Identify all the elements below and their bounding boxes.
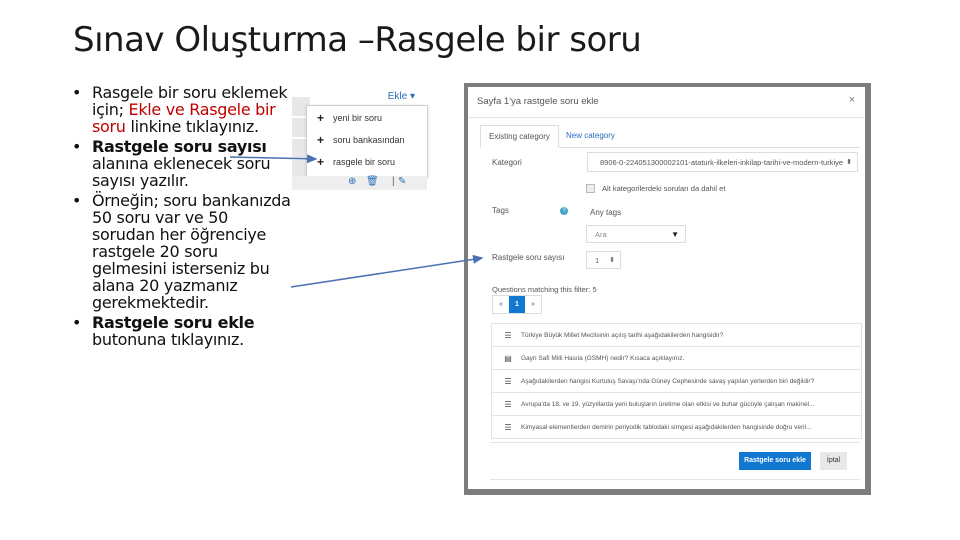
ekle-dropdown-toggle[interactable]: Ekle ▾ <box>388 91 415 102</box>
pagination: « 1 » <box>492 295 542 314</box>
multichoice-icon: ☰ <box>504 330 512 340</box>
subcategory-checkbox[interactable] <box>586 184 595 193</box>
category-tabs: Existing category New category <box>480 125 860 148</box>
menu-item-random-question[interactable]: + rasgele bir soru <box>307 152 427 172</box>
divider <box>490 442 860 443</box>
help-icon[interactable]: ? <box>560 207 568 215</box>
menu-item-label: rasgele bir soru <box>333 157 396 167</box>
bullet-list: Rasgele bir soru eklemek için; Ekle ve R… <box>70 84 295 351</box>
random-question-dialog: Sayfa 1'ya rastgele soru ekle × Existing… <box>468 87 865 489</box>
close-icon[interactable]: × <box>849 94 855 106</box>
question-text: Türkiye Büyük Millet Meclisinin açılış t… <box>521 331 724 339</box>
question-text: Avrupa'da 18. ve 19. yüzyıllarda yeni bu… <box>521 400 815 408</box>
essay-icon: ▤ <box>504 353 512 363</box>
select-arrow-icon: ⬍ <box>846 159 852 166</box>
trash-icon[interactable]: 🗑 <box>366 176 379 187</box>
bullet-text: alanına eklenecek soru sayısı yazılır. <box>92 154 271 190</box>
plus-icon: + <box>317 111 325 125</box>
kategori-value: 8906-0-224051300002101-ataturk-ilkeleri-… <box>600 158 844 167</box>
menu-item-label: yeni bir soru <box>333 113 383 123</box>
divider <box>490 479 860 480</box>
ekle-menu-screenshot: Ekle ▾ + yeni bir soru + soru bankasından … <box>292 83 428 190</box>
question-text: Aşağıdakilerden hangisi Kurtuluş Savaşı'… <box>521 377 815 385</box>
question-text: Kimyasal elementlerden demirin periyodik… <box>521 423 812 431</box>
divider: | <box>392 176 395 187</box>
modal-screenshot: Sayfa 1'ya rastgele soru ekle × Existing… <box>464 83 871 495</box>
bullet-item: Rastgele soru sayısı alanına eklenecek s… <box>70 138 295 189</box>
bullet-text: linkine tıklayınız. <box>125 117 259 136</box>
tab-new-category[interactable]: New category <box>558 125 623 146</box>
select-arrow-icon: ⬍ <box>609 257 615 264</box>
tags-search-placeholder: Ara <box>595 230 607 239</box>
add-random-question-button[interactable]: Rastgele soru ekle <box>739 452 811 470</box>
caret-down-icon: ▼ <box>671 230 679 239</box>
menu-item-label: soru bankasından <box>333 135 405 145</box>
tab-existing-category[interactable]: Existing category <box>480 125 559 148</box>
bullet-item: Rasgele bir soru eklemek için; Ekle ve R… <box>70 84 295 135</box>
menu-item-from-bank[interactable]: + soru bankasından <box>307 130 427 150</box>
plus-icon: + <box>317 155 325 169</box>
question-item: ☰ Avrupa'da 18. ve 19. yüzyıllarda yeni b… <box>492 393 861 416</box>
ekle-dropdown-menu: + yeni bir soru + soru bankasından + rasgel… <box>306 105 428 177</box>
multichoice-icon: ☰ <box>504 399 512 409</box>
zoom-icon[interactable]: ⊕ <box>348 176 356 187</box>
question-item: ☰ Aşağıdakilerden hangisi Kurtuluş Savaşı… <box>492 370 861 393</box>
page-current[interactable]: 1 <box>509 296 525 313</box>
menu-item-new-question[interactable]: + yeni bir soru <box>307 108 427 128</box>
modal-header: Sayfa 1'ya rastgele soru ekle × <box>468 87 865 118</box>
subcategory-checkbox-label: Alt kategorilerdeki soruları da dahil et <box>602 184 726 193</box>
question-item: ☰ Türkiye Büyük Millet Meclisinin açılış … <box>492 324 861 347</box>
bullet-item: Örneğin; soru bankanızda 50 soru var ve … <box>70 192 295 311</box>
tags-label: Tags <box>492 206 509 215</box>
bullet-text: Örneğin; soru bankanızda 50 soru var ve … <box>92 191 291 312</box>
random-count-select[interactable]: 1 ⬍ <box>586 251 621 269</box>
kategori-select[interactable]: 8906-0-224051300002101-ataturk-ilkeleri-… <box>587 152 858 172</box>
tags-value: Any tags <box>590 208 622 217</box>
question-text: Gayri Safi Milli Hasıla (GSMH) nedir? Kı… <box>521 354 685 362</box>
page-next[interactable]: » <box>525 296 541 313</box>
slide-title: Sınav Oluşturma –Rasgele bir soru <box>73 20 642 60</box>
question-list: ☰ Türkiye Büyük Millet Meclisinin açılış … <box>491 323 862 439</box>
edit-icon[interactable]: ✎ <box>398 176 406 187</box>
bullet-text: butonuna tıklayınız. <box>92 330 244 349</box>
bullet-item: Rastgele soru ekle butonuna tıklayınız. <box>70 314 295 348</box>
question-actions-row: ⊕ 🗑 | ✎ <box>292 176 427 190</box>
arrow-to-random-count-field <box>290 254 484 288</box>
tags-search-select[interactable]: Ara ▼ <box>586 225 686 243</box>
cancel-button[interactable]: İptal <box>820 452 847 470</box>
question-item: ▤ Gayri Safi Milli Hasıla (GSMH) nedir? K… <box>492 347 861 370</box>
page-prev[interactable]: « <box>493 296 509 313</box>
kategori-label: Kategori <box>492 158 522 167</box>
plus-icon: + <box>317 133 325 147</box>
random-count-label: Rastgele soru sayısı <box>492 253 565 262</box>
multichoice-icon: ☰ <box>504 422 512 432</box>
question-item: ☰ Kimyasal elementlerden demirin periyodi… <box>492 416 861 438</box>
multichoice-icon: ☰ <box>504 376 512 386</box>
matching-count: Questions matching this filter: 5 <box>492 285 597 294</box>
random-count-value: 1 <box>595 256 600 265</box>
modal-title: Sayfa 1'ya rastgele soru ekle <box>477 96 599 107</box>
subcategory-option: Alt kategorilerdeki soruları da dahil et <box>586 184 725 193</box>
